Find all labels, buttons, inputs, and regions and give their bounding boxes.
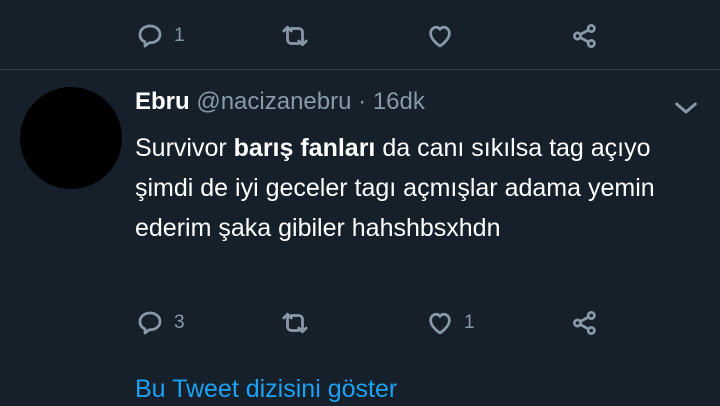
tweet-actions: 3 1 [0, 303, 720, 343]
reply-count: 3 [174, 312, 185, 333]
reply-icon [138, 24, 162, 48]
retweet-button[interactable] [280, 16, 319, 56]
like-button[interactable] [425, 16, 464, 56]
reply-button[interactable]: 3 [135, 303, 185, 343]
share-icon [573, 311, 596, 335]
tweet-text-part1: Survivor [135, 134, 234, 162]
like-icon [429, 25, 451, 48]
author-name[interactable]: Ebru [135, 88, 190, 115]
reply-count: 1 [174, 25, 185, 46]
retweet-icon [282, 25, 308, 47]
tweet-time[interactable]: 16dk [373, 88, 425, 115]
retweet-button[interactable] [280, 303, 319, 343]
share-button[interactable] [570, 16, 600, 56]
share-icon [573, 24, 596, 48]
tweet-text: Survivor barış fanları da canı sıkılsa t… [135, 128, 695, 248]
chevron-down-icon [675, 102, 697, 114]
like-count: 1 [464, 312, 475, 333]
reply-icon [138, 311, 162, 335]
author-handle[interactable]: @nacizanebru [196, 88, 351, 115]
header-separator: · [358, 88, 367, 115]
tweet-text-bold: barış fanları [233, 134, 376, 162]
share-button[interactable] [570, 303, 600, 343]
show-thread-link[interactable]: Bu Tweet dizisini göster [135, 372, 397, 406]
retweet-icon [282, 312, 308, 334]
more-options-button[interactable] [670, 92, 702, 124]
previous-tweet-actions: 1 [0, 16, 720, 56]
tweet-header: Ebru @nacizanebru · 16dk [135, 86, 425, 118]
reply-button[interactable]: 1 [135, 16, 185, 56]
avatar[interactable] [20, 87, 122, 189]
like-button[interactable]: 1 [425, 303, 475, 343]
like-icon [429, 312, 451, 335]
tweet-divider [0, 69, 720, 70]
